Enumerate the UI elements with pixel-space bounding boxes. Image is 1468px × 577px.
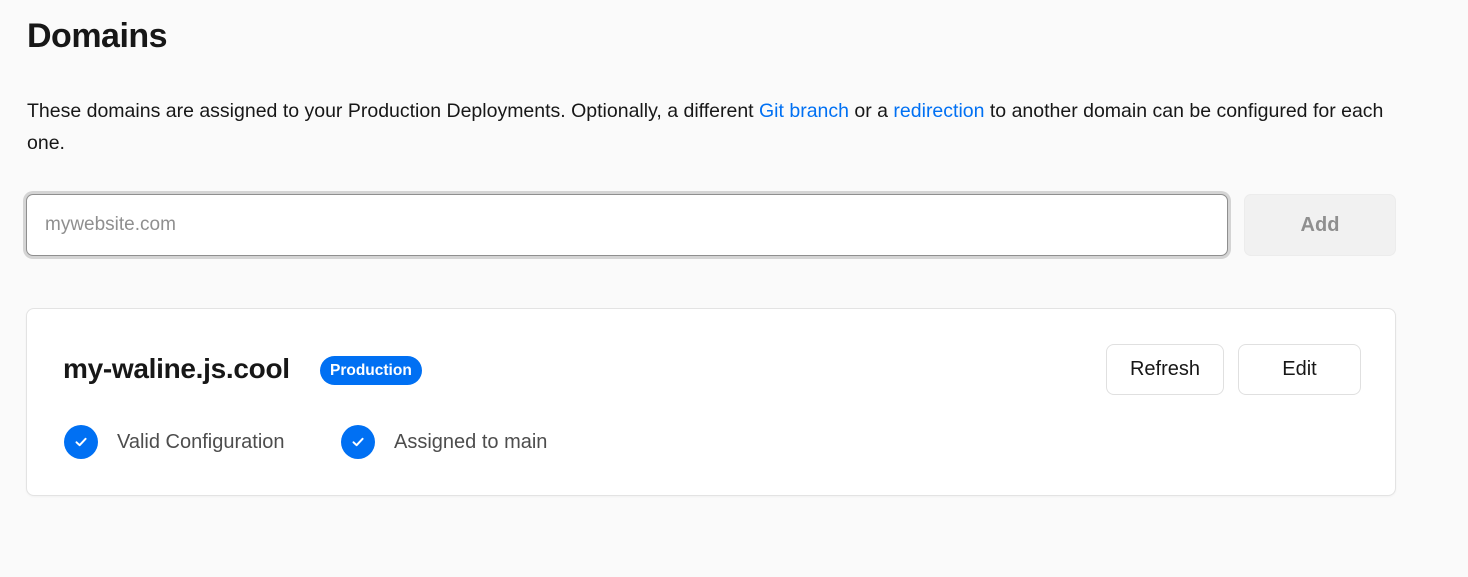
status-label: Assigned to main	[394, 430, 548, 453]
edit-button[interactable]: Edit	[1238, 344, 1361, 395]
domains-page: Domains These domains are assigned to yo…	[0, 0, 1468, 577]
domain-input[interactable]	[26, 194, 1228, 256]
refresh-button[interactable]: Refresh	[1106, 344, 1224, 395]
status-assigned-branch: Assigned to main	[341, 425, 547, 459]
production-badge: Production	[320, 356, 422, 385]
domain-card: my-waline.js.cool Production Refresh Edi…	[26, 308, 1396, 496]
redirection-link[interactable]: redirection	[893, 100, 984, 122]
description-text-1: These domains are assigned to your Produ…	[27, 100, 760, 122]
check-icon	[64, 425, 98, 459]
status-valid-configuration: Valid Configuration	[64, 425, 285, 459]
check-icon	[341, 425, 375, 459]
add-domain-button[interactable]: Add	[1244, 194, 1396, 256]
page-title: Domains	[27, 17, 168, 55]
status-label: Valid Configuration	[117, 430, 285, 453]
domain-name[interactable]: my-waline.js.cool	[63, 349, 290, 389]
domains-description: These domains are assigned to your Produ…	[27, 95, 1387, 159]
description-text-2: or a	[848, 100, 894, 122]
git-branch-link[interactable]: Git branch	[759, 100, 849, 122]
